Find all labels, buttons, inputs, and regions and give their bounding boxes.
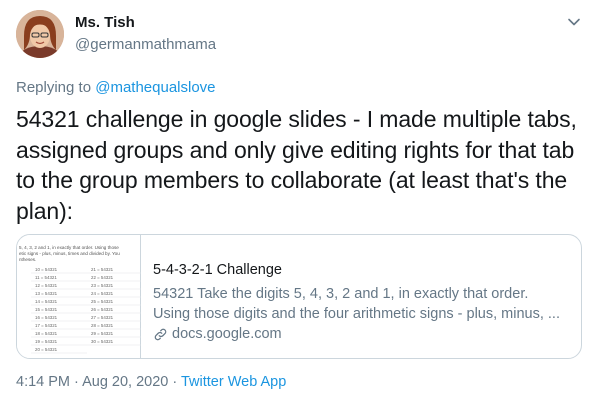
avatar[interactable] — [16, 10, 64, 58]
link-icon — [154, 328, 167, 340]
thumb-row-right: 21 = 54321 — [91, 267, 114, 272]
card-description-line-1: 54321 Take the digits 5, 4, 3, 2 and 1, … — [153, 286, 529, 302]
card-title: 5-4-3-2-1 Challenge — [153, 262, 282, 278]
thumb-row-right: 23 = 54321 — [91, 283, 114, 288]
thumb-row-left: 14 = 54321 — [35, 299, 58, 304]
tweet-meta: 4:14 PM · Aug 20, 2020 · Twitter Web App — [16, 374, 286, 390]
thumb-line-2: etic signs - plus, minus, times and divi… — [19, 251, 120, 256]
thumb-row-left: 13 = 54321 — [35, 291, 58, 296]
thumb-line-3: ntheses. — [19, 257, 36, 262]
thumb-row-left: 17 = 54321 — [35, 323, 58, 328]
thumb-row-right: 27 = 54321 — [91, 315, 114, 320]
tweet-time[interactable]: 4:14 PM — [16, 374, 70, 390]
thumb-row-left: 12 = 54321 — [35, 283, 58, 288]
thumb-row-right: 30 = 54321 — [91, 339, 114, 344]
link-card[interactable]: 5, 4, 3, 2 and 1, in exactly that order.… — [16, 234, 582, 359]
tweet-date[interactable]: Aug 20, 2020 — [82, 374, 168, 390]
card-description-line-2: Using those digits and the four arithmet… — [153, 306, 560, 322]
author-name[interactable]: Ms. Tish — [75, 14, 135, 31]
thumb-row-left: 15 = 54321 — [35, 307, 58, 312]
replying-to: Replying to @mathequalslove — [16, 79, 216, 96]
thumb-line-1: 5, 4, 3, 2 and 1, in exactly that order.… — [19, 245, 119, 250]
thumb-row-right: 25 = 54321 — [91, 299, 114, 304]
replying-to-label: Replying to — [16, 79, 92, 96]
thumb-row-left: 16 = 54321 — [35, 315, 58, 320]
chevron-down-icon[interactable] — [565, 13, 583, 31]
thumb-row-left: 11 = 54321 — [35, 275, 57, 280]
reply-mention-link[interactable]: @mathequalslove — [95, 79, 215, 96]
avatar-image — [16, 10, 64, 58]
thumb-row-right: 22 = 54321 — [91, 275, 114, 280]
thumb-row-left: 19 = 54321 — [35, 339, 58, 344]
tweet-text: 54321 challenge in google slides - I mad… — [16, 106, 577, 224]
thumb-row-left: 20 = 54321 — [35, 347, 58, 352]
card-domain-text: docs.google.com — [172, 326, 282, 342]
card-description: 54321 Take the digits 5, 4, 3, 2 and 1, … — [153, 284, 573, 324]
thumb-row-left: 18 = 54321 — [35, 331, 58, 336]
thumb-row-right: 26 = 54321 — [91, 307, 114, 312]
thumb-row-right: 24 = 54321 — [91, 291, 114, 296]
meta-separator: · — [70, 374, 83, 390]
thumb-row-right: 29 = 54321 — [91, 331, 114, 336]
tweet-source-link[interactable]: Twitter Web App — [181, 374, 286, 390]
card-domain: docs.google.com — [153, 326, 573, 342]
thumb-row-left: 10 = 54321 — [35, 267, 58, 272]
thumb-row-right: 28 = 54321 — [91, 323, 114, 328]
card-thumbnail: 5, 4, 3, 2 and 1, in exactly that order.… — [17, 235, 143, 358]
author-handle[interactable]: @germanmathmama — [75, 36, 216, 53]
meta-separator: · — [168, 374, 181, 390]
